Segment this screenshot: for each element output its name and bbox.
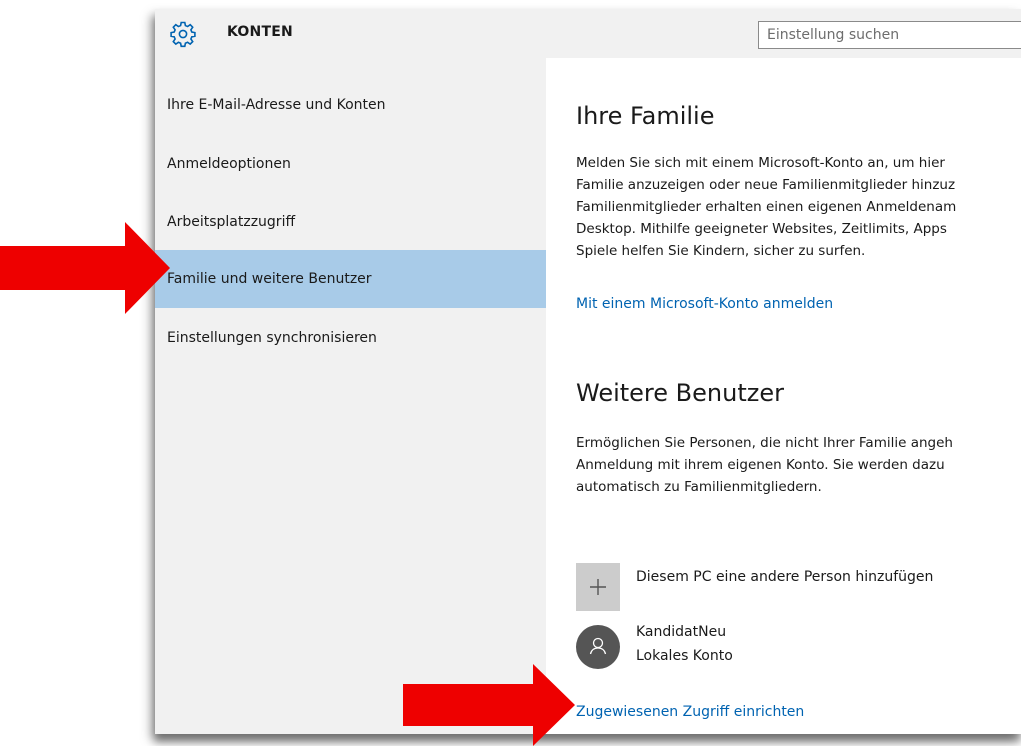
microsoft-signin-link[interactable]: Mit einem Microsoft-Konto anmelden [576,296,833,312]
other-users-heading: Weitere Benutzer [576,379,784,407]
sidebar-item-work-access[interactable]: Arbeitsplatzzugriff [155,198,546,246]
other-users-description: Ermöglichen Sie Personen, die nicht Ihre… [576,432,1021,498]
other-users-description-line: automatisch zu Familienmitgliedern. [576,479,822,495]
red-arrow-annotation-assigned-access [403,664,575,746]
user-avatar[interactable] [576,625,620,669]
search-input[interactable] [758,21,1021,49]
app-title: KONTEN [227,24,293,40]
add-person-label[interactable]: Diesem PC eine andere Person hinzufügen [636,569,933,585]
family-description-line: Familie anzuzeigen oder neue Familienmit… [576,177,956,193]
plus-icon [590,579,606,595]
family-description-line: Familienmitglieder erhalten einen eigene… [576,199,957,215]
settings-window: KONTEN Ihre E-Mail-Adresse und Konten An… [155,9,1021,734]
red-arrow-annotation-sidebar [0,222,170,314]
family-description-line: Melden Sie sich mit einem Microsoft-Kont… [576,155,945,171]
person-icon [589,637,607,655]
assigned-access-link[interactable]: Zugewiesenen Zugriff einrichten [576,704,804,720]
sidebar-item-sign-in-options[interactable]: Anmeldeoptionen [155,140,546,188]
sidebar: Ihre E-Mail-Adresse und Konten Anmeldeop… [155,58,546,734]
title-bar: KONTEN [155,9,1021,58]
gear-icon [170,21,196,48]
other-users-description-line: Ermöglichen Sie Personen, die nicht Ihre… [576,435,953,451]
user-name[interactable]: KandidatNeu [636,624,726,640]
family-description-line: Desktop. Mithilfe geeigneter Websites, Z… [576,221,947,237]
user-account-type: Lokales Konto [636,648,733,664]
sidebar-item-sync-settings[interactable]: Einstellungen synchronisieren [155,314,546,362]
sidebar-item-email-accounts[interactable]: Ihre E-Mail-Adresse und Konten [155,81,546,129]
family-heading: Ihre Familie [576,102,715,130]
family-description-line: Spiele helfen Sie Kindern, sicher zu sur… [576,243,866,259]
sidebar-item-family[interactable]: Familie und weitere Benutzer [155,250,546,308]
add-person-button[interactable] [576,563,620,611]
other-users-description-line: Anmeldung mit ihrem eigenen Konto. Sie w… [576,457,945,473]
family-description: Melden Sie sich mit einem Microsoft-Kont… [576,152,1021,262]
main-content: Ihre Familie Melden Sie sich mit einem M… [546,58,1021,734]
